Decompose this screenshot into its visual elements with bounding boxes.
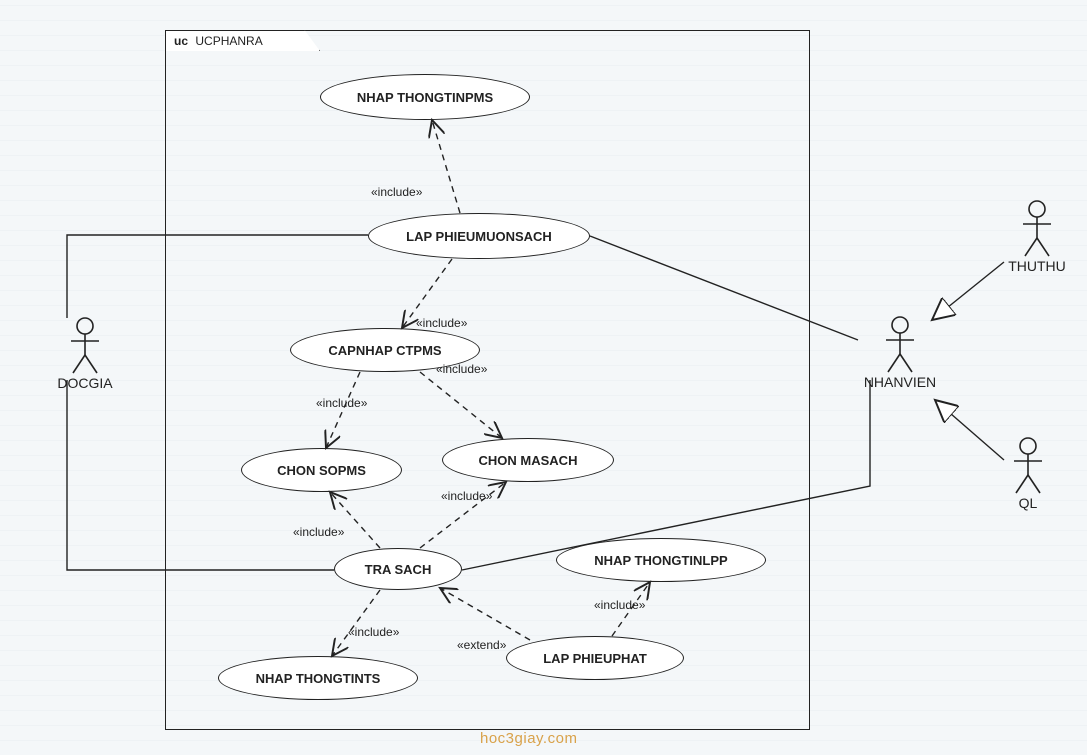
diagram-canvas: uc UCPHANRA DOCGIA NHANVIEN	[0, 0, 1087, 755]
label-include-2: «include»	[416, 316, 467, 330]
actor-thuthu: THUTHU	[997, 200, 1077, 274]
actor-label: NHANVIEN	[855, 374, 945, 390]
system-boundary: uc UCPHANRA	[165, 30, 810, 730]
actor-label: QL	[998, 495, 1058, 511]
frame-prefix: uc	[174, 34, 188, 48]
stickfigure-icon	[882, 316, 918, 374]
label-extend: «extend»	[457, 638, 506, 652]
label-include-7: «include»	[348, 625, 399, 639]
usecase-nhap-thongtinlpp: NHAP THONGTINLPP	[556, 538, 766, 582]
actor-ql: QL	[998, 437, 1058, 511]
label-include-8: «include»	[594, 598, 645, 612]
usecase-lap-phieuphat: LAP PHIEUPHAT	[506, 636, 684, 680]
stickfigure-icon	[1019, 200, 1055, 258]
usecase-tra-sach: TRA SACH	[334, 548, 462, 590]
actor-nhanvien: NHANVIEN	[855, 316, 945, 390]
usecase-chon-masach: CHON MASACH	[442, 438, 614, 482]
actor-label: DOCGIA	[45, 375, 125, 391]
frame-name: UCPHANRA	[195, 34, 262, 48]
usecase-nhap-thongtinpms: NHAP THONGTINPMS	[320, 74, 530, 120]
usecase-nhap-thongtints: NHAP THONGTINTS	[218, 656, 418, 700]
usecase-chon-sopms: CHON SOPMS	[241, 448, 402, 492]
watermark-text: hoc3giay.com	[480, 730, 577, 747]
stickfigure-icon	[1010, 437, 1046, 495]
usecase-lap-phieumuonsach: LAP PHIEUMUONSACH	[368, 213, 590, 259]
actor-label: THUTHU	[997, 258, 1077, 274]
label-include-1: «include»	[371, 185, 422, 199]
actor-docgia: DOCGIA	[45, 317, 125, 391]
label-include-4: «include»	[316, 396, 367, 410]
label-include-6: «include»	[441, 489, 492, 503]
label-include-5: «include»	[293, 525, 344, 539]
stickfigure-icon	[67, 317, 103, 375]
boundary-label: uc UCPHANRA	[165, 30, 320, 51]
label-include-3: «include»	[436, 362, 487, 376]
